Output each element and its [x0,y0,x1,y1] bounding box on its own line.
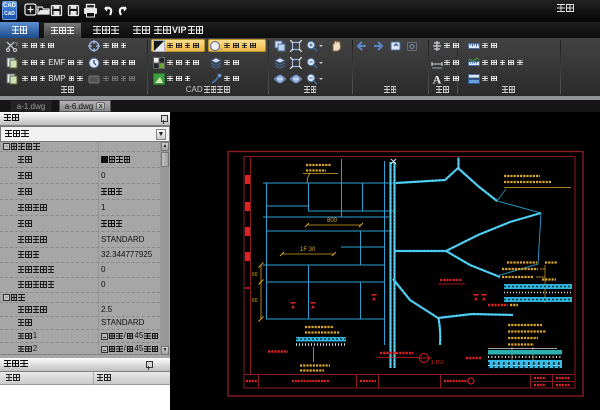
svg-text:60: 60 [252,298,258,304]
svg-text:60: 60 [252,272,258,278]
svg-text:800: 800 [327,218,338,224]
svg-text:1F 30: 1F 30 [300,247,316,253]
svg-text:A: A [433,73,442,85]
svg-text:1:150: 1:150 [431,360,444,366]
